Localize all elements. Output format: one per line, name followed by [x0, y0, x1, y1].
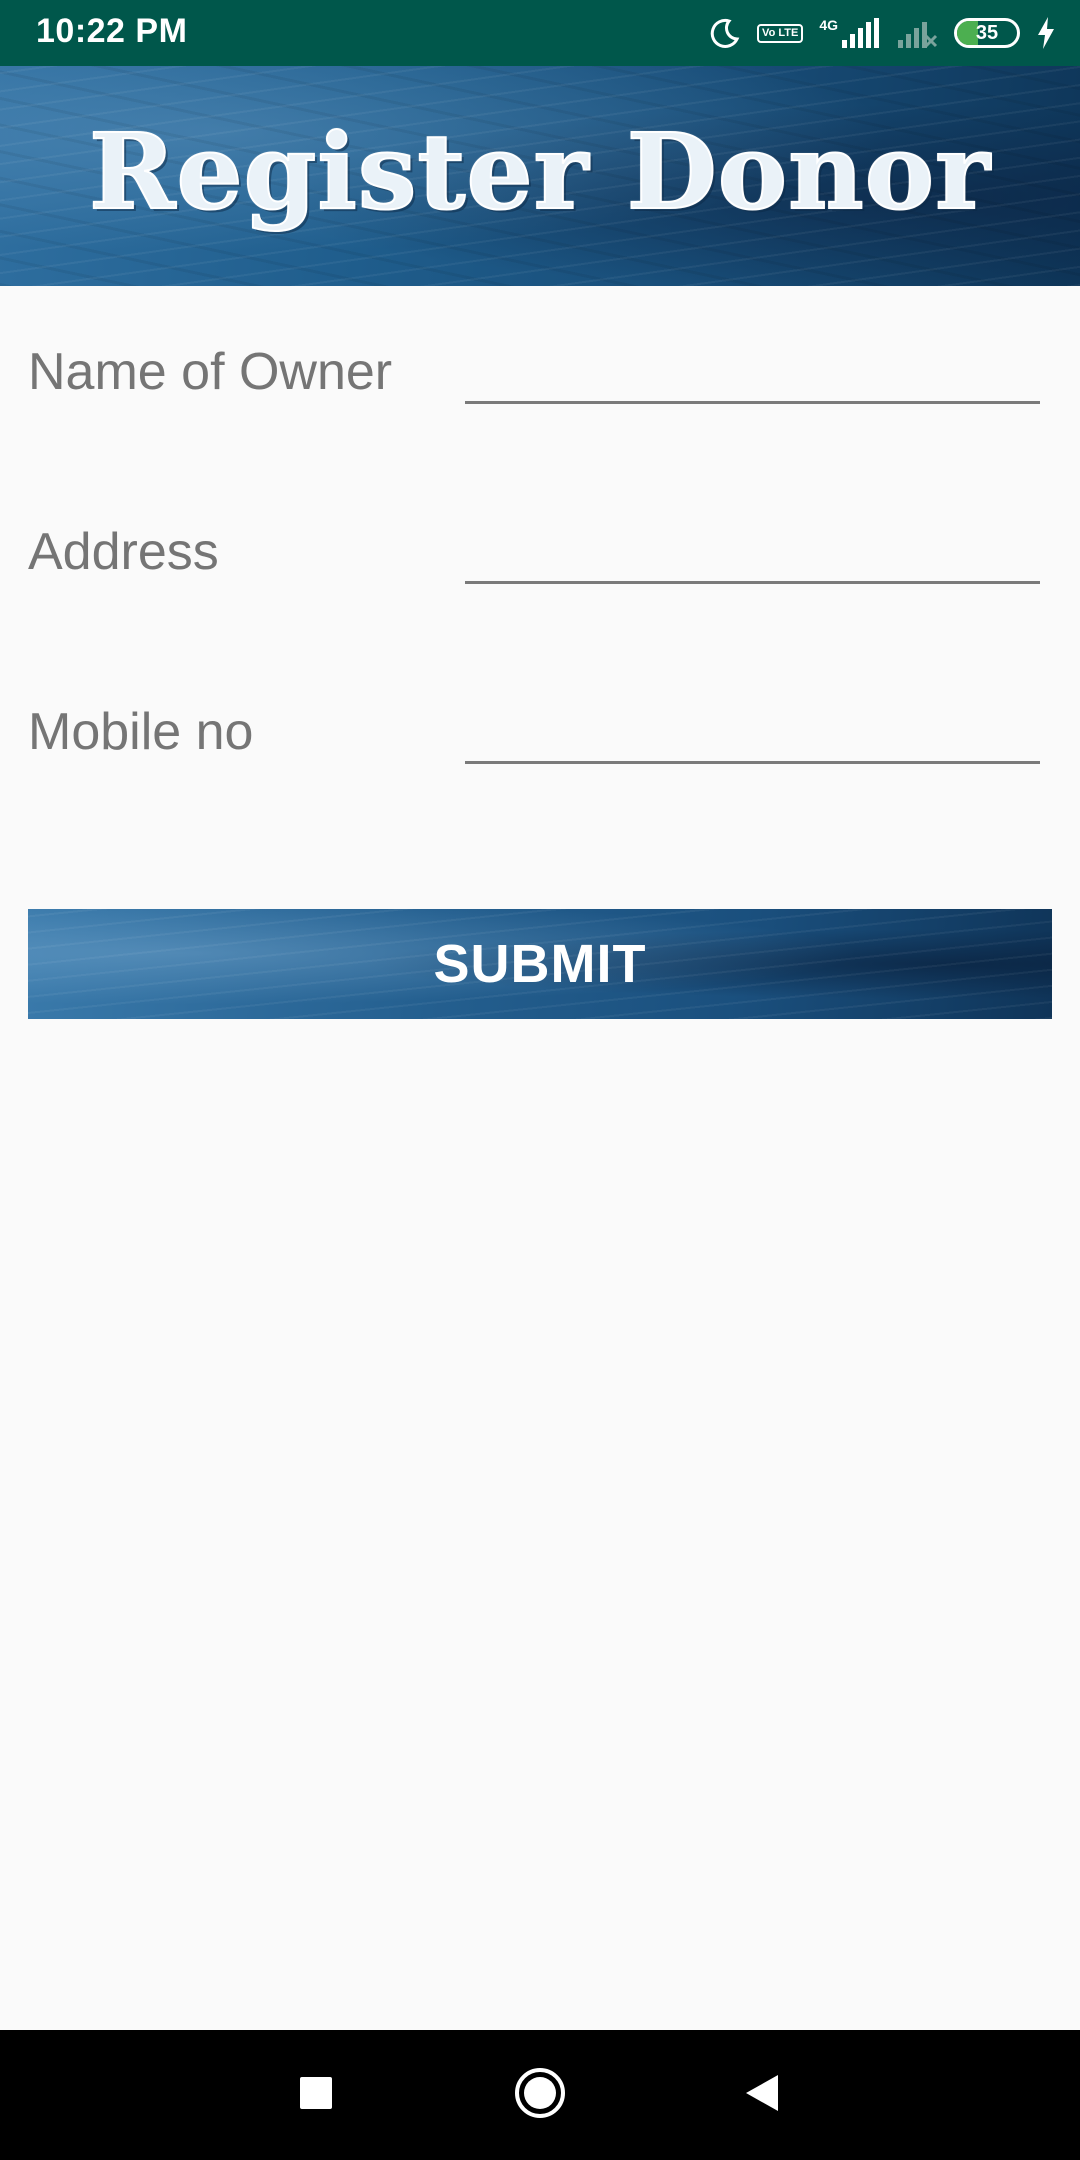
back-icon	[744, 2073, 780, 2118]
page-title: Register Donor	[88, 109, 991, 234]
status-icons: Vo LTE 4G 35	[709, 12, 1056, 54]
address-label: Address	[28, 523, 219, 581]
recents-button[interactable]	[286, 2065, 346, 2125]
signal-off-icon	[896, 18, 938, 48]
form-row-owner-name: Name of Owner	[0, 318, 1080, 438]
header-banner: Register Donor	[0, 66, 1080, 286]
address-input[interactable]	[465, 514, 1040, 584]
owner-name-input[interactable]	[465, 334, 1040, 404]
home-button[interactable]	[510, 2065, 570, 2125]
mobile-label: Mobile no	[28, 703, 254, 761]
battery-level: 35	[975, 22, 999, 44]
submit-button[interactable]: SUBMIT	[28, 909, 1052, 1019]
signal-icon: 4G	[819, 18, 880, 48]
charging-icon	[1036, 17, 1056, 49]
owner-name-label: Name of Owner	[28, 343, 393, 401]
navigation-bar	[0, 2030, 1080, 2160]
network-type-label: 4G	[819, 17, 838, 33]
form-row-mobile: Mobile no	[0, 678, 1080, 798]
status-bar: 10:22 PM Vo LTE 4G 35	[0, 0, 1080, 66]
mobile-input[interactable]	[465, 694, 1040, 764]
moon-icon	[709, 17, 741, 49]
recents-icon	[299, 2076, 333, 2115]
back-button[interactable]	[732, 2065, 792, 2125]
form-row-address: Address	[0, 498, 1080, 618]
submit-label: SUBMIT	[433, 934, 647, 994]
home-icon	[514, 2067, 566, 2124]
screen: 10:22 PM Vo LTE 4G 35 Register Donor Nam…	[0, 0, 1080, 2160]
battery-icon: 35	[954, 18, 1020, 48]
volte-icon: Vo LTE	[757, 23, 804, 43]
status-time: 10:22 PM	[36, 12, 188, 50]
